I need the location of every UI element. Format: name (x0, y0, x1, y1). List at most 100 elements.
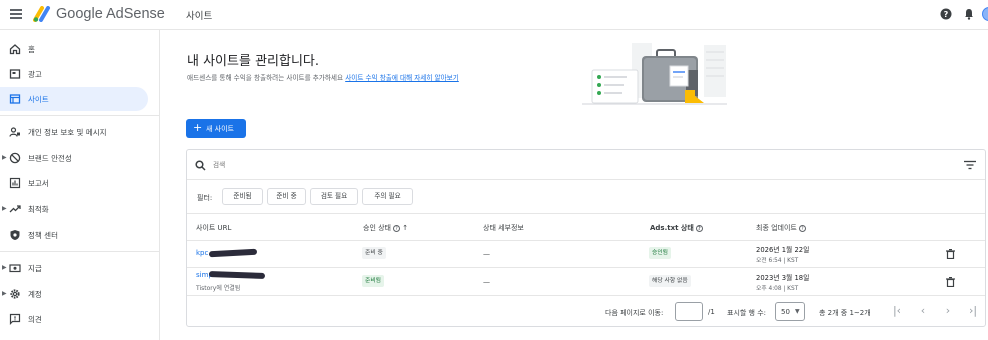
description-text: 애드센스를 통해 수익을 창출하려는 사이트를 추가하세요 (187, 74, 344, 82)
column-header-label: Ads.txt 상태 (650, 224, 694, 232)
learn-more-link[interactable]: 사이트 수익 창출에 대해 자세히 알아보기 (345, 74, 459, 82)
notifications-icon[interactable] (963, 8, 975, 20)
column-header-ads-txt[interactable]: Ads.txt 상태? (650, 223, 703, 233)
search-input[interactable] (213, 158, 513, 172)
sidebar-item-label: 광고 (28, 70, 42, 79)
delete-icon[interactable] (946, 249, 955, 259)
page-title: 사이트 (186, 11, 213, 22)
divider (0, 115, 160, 116)
help-icon[interactable]: ? (695, 224, 703, 232)
previous-page-icon[interactable]: ‹ (917, 304, 929, 318)
filter-chip-review-needed[interactable]: 검토 필요 (310, 188, 358, 205)
filter-label: 필터: (197, 194, 213, 202)
ads-icon (9, 69, 21, 79)
home-icon (9, 44, 21, 55)
sidebar-item-feedback[interactable]: 의견 (0, 307, 148, 331)
sidebar-item-label: 홈 (28, 45, 35, 54)
status-badge: 준비 중 (362, 247, 386, 259)
update-time: 오전 6:54 | KST (756, 258, 799, 264)
chevron-down-icon: ▼ (795, 308, 800, 315)
help-icon[interactable]: ? (940, 8, 952, 20)
first-page-icon[interactable]: |‹ (891, 304, 903, 318)
column-header-last-update[interactable]: 최종 업데이트? (756, 223, 806, 233)
filter-chip-attention-needed[interactable]: 주의 필요 (362, 188, 413, 205)
sidebar-item-label: 브랜드 안전성 (28, 154, 72, 163)
column-header-detail: 상태 세부정보 (483, 224, 524, 232)
expand-icon[interactable]: ▶ (2, 290, 7, 297)
expand-icon[interactable]: ▶ (2, 264, 7, 271)
help-icon[interactable]: ? (393, 224, 400, 232)
new-site-button[interactable]: + 새 사이트 (186, 119, 246, 138)
page-number-input[interactable] (675, 302, 703, 321)
sidebar-item-label: 개인 정보 보호 및 메시지 (28, 128, 107, 137)
sidebar-item-privacy[interactable]: 개인 정보 보호 및 메시지 (0, 120, 148, 144)
goto-page-label: 다음 페이지로 이동: (605, 309, 664, 317)
sites-illustration (582, 43, 727, 105)
page-heading: 내 사이트를 관리합니다. (187, 54, 319, 69)
column-header-label: 최종 업데이트 (756, 224, 797, 232)
expand-icon[interactable]: ▶ (2, 205, 7, 212)
sidebar-item-optimization[interactable]: ▶ 최적화 (0, 197, 148, 221)
sidebar-item-brand-safety[interactable]: ▶ 브랜드 안전성 (0, 146, 148, 170)
site-platform-note: Tistory에 연결됨 (196, 285, 241, 292)
block-icon (9, 152, 21, 164)
filter-chip-ready[interactable]: 준비됨 (222, 188, 263, 205)
feedback-icon (9, 313, 21, 325)
search-icon (195, 160, 206, 171)
sidebar-item-sites[interactable]: 사이트 (0, 87, 148, 111)
filter-chip-preparing[interactable]: 준비 중 (267, 188, 306, 205)
status-detail: — (483, 278, 490, 286)
gear-icon (10, 289, 20, 299)
sort-arrow-icon[interactable]: ↑ (402, 224, 408, 232)
update-time: 오후 4:08 | KST (756, 286, 799, 292)
sidebar-item-label: 계정 (28, 290, 42, 299)
expand-icon[interactable]: ▶ (2, 154, 7, 161)
reports-icon (9, 177, 21, 189)
privacy-icon (9, 127, 20, 137)
next-page-icon[interactable]: › (942, 304, 954, 318)
update-date: 2023년 3월 18일 (756, 274, 810, 282)
ads-txt-badge: 승인됨 (649, 247, 671, 259)
column-header-approval[interactable]: 승인 상태? ↑ (363, 223, 408, 233)
rows-per-page-select[interactable]: 50 ▼ (775, 302, 805, 321)
ads-txt-badge: 해당 사항 없음 (649, 275, 691, 287)
page-total: /1 (708, 308, 715, 316)
new-site-label: 새 사이트 (206, 125, 234, 133)
top-app-bar: Google AdSense 사이트 ? (0, 0, 988, 30)
delete-icon[interactable] (946, 277, 955, 287)
sidebar-item-label: 보고서 (28, 179, 49, 188)
sidebar-item-account[interactable]: ▶ 계정 (0, 282, 148, 306)
status-badge: 준비됨 (362, 275, 384, 287)
sites-table-card: 필터: 준비됨 준비 중 검토 필요 주의 필요 사이트 URL 승인 상태? … (186, 149, 986, 327)
filter-icon[interactable] (964, 160, 976, 170)
sidebar-item-reports[interactable]: 보고서 (0, 171, 148, 195)
sidebar-item-label: 최적화 (28, 205, 49, 214)
column-header-site-url[interactable]: 사이트 URL (196, 223, 231, 233)
divider (0, 251, 160, 252)
sidebar-item-payments[interactable]: ▶ 지급 (0, 256, 148, 280)
redaction-mark (208, 248, 258, 258)
column-header-label: 승인 상태 (363, 224, 391, 232)
divider (187, 179, 985, 180)
sites-icon (9, 94, 21, 104)
sidebar-item-policy-center[interactable]: 정책 센터 (0, 223, 148, 247)
range-text: 총 2개 중 1~2개 (819, 309, 871, 317)
sidebar-item-label: 의견 (28, 315, 42, 324)
brand-name: Google AdSense (56, 6, 165, 22)
sidebar-item-ads[interactable]: 광고 (0, 62, 148, 86)
update-date: 2026년 1월 22일 (756, 246, 810, 254)
divider (187, 267, 985, 268)
help-icon[interactable]: ? (798, 224, 806, 232)
sidebar-item-label: 사이트 (28, 95, 49, 104)
adsense-logo (33, 6, 50, 22)
divider (187, 295, 985, 296)
sidebar-item-label: 지급 (28, 264, 42, 273)
avatar[interactable] (982, 7, 988, 21)
last-page-icon[interactable]: ›| (967, 304, 979, 318)
sidebar-item-home[interactable]: 홈 (0, 37, 148, 61)
policy-icon (10, 230, 20, 240)
svg-text:?: ? (944, 10, 949, 19)
page-description: 애드센스를 통해 수익을 창출하려는 사이트를 추가하세요 사이트 수익 창출에… (187, 72, 459, 82)
sidebar-item-label: 정책 센터 (28, 231, 58, 240)
menu-icon[interactable] (10, 9, 22, 19)
